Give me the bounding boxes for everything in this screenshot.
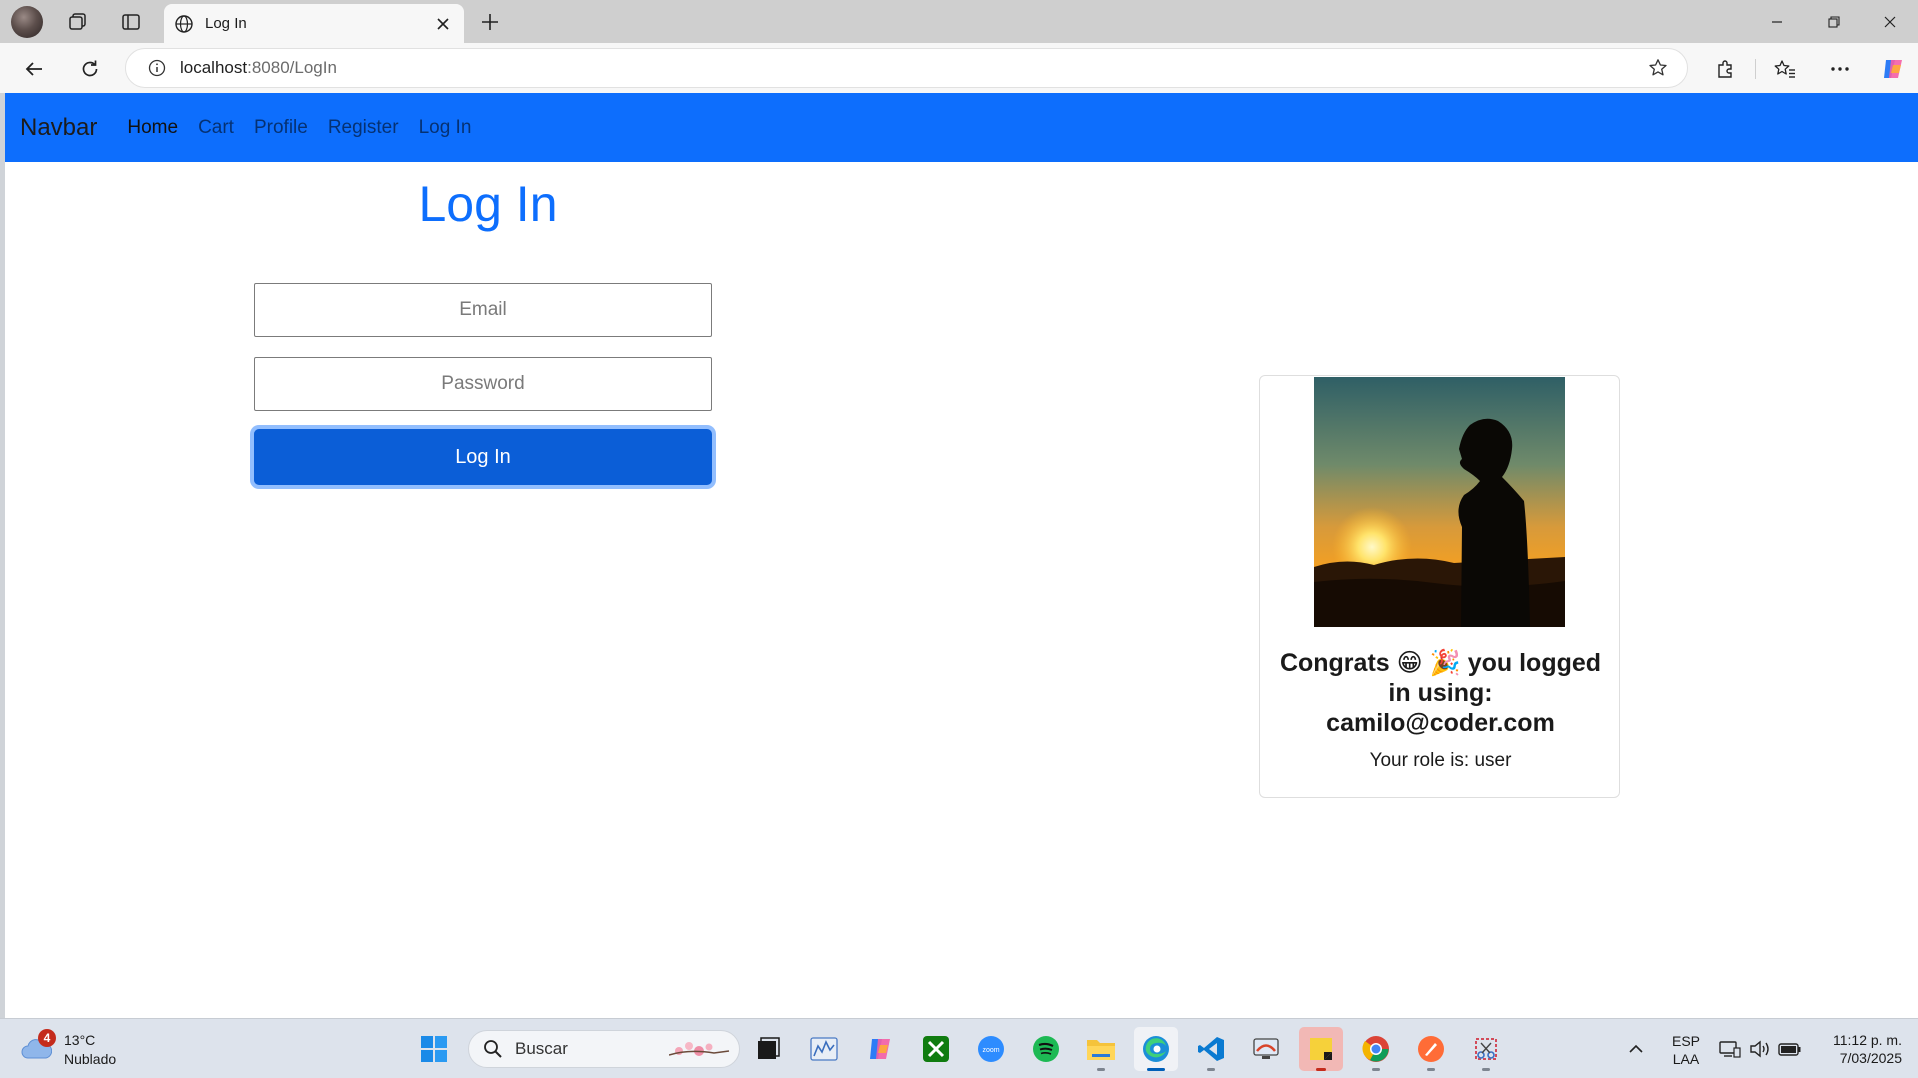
toolbar-divider [1755, 59, 1756, 79]
back-button[interactable] [17, 52, 51, 86]
running-indicator [1427, 1068, 1435, 1071]
system-clock[interactable]: 11:12 p. m. 7/03/2025 [1808, 1031, 1902, 1067]
windows-taskbar: 4 13°C Nublado Buscar zoom ESP LAA 11:12… [0, 1018, 1918, 1078]
browser-tabstrip: Log In [0, 0, 1918, 43]
input-language-indicator[interactable]: ESP LAA [1670, 1032, 1702, 1068]
keyboard-layout-code: LAA [1672, 1051, 1700, 1067]
running-indicator [1097, 1068, 1105, 1071]
restore-button[interactable] [1806, 0, 1862, 43]
file-explorer-icon[interactable] [1079, 1027, 1123, 1071]
minimize-button[interactable] [1749, 0, 1805, 43]
page-viewport: Navbar Home Cart Profile Register Log In… [5, 93, 1918, 1018]
weather-widget[interactable]: 4 13°C Nublado [20, 1027, 130, 1071]
refresh-button[interactable] [73, 52, 107, 86]
site-info-icon[interactable] [146, 57, 168, 79]
user-card: Congrats 😁 🎉 you logged in using: camilo… [1259, 375, 1620, 798]
user-photo [1314, 377, 1565, 627]
browser-profile-avatar[interactable] [11, 6, 43, 38]
url-path: :8080/LogIn [247, 58, 337, 77]
search-highlight-icon [668, 1037, 731, 1061]
email-field[interactable] [254, 283, 712, 337]
task-view-icon[interactable] [746, 1027, 790, 1071]
workspaces-icon[interactable] [62, 6, 94, 38]
congrats-prefix: Congrats [1279, 649, 1390, 677]
widgets-icon[interactable] [802, 1027, 846, 1071]
chrome-icon[interactable] [1354, 1027, 1398, 1071]
close-window-button[interactable] [1862, 0, 1918, 43]
language-code: ESP [1671, 1033, 1700, 1049]
show-hidden-icons-chevron-icon[interactable] [1624, 1037, 1648, 1061]
url-text: localhost:8080/LogIn [180, 58, 1643, 78]
postman-icon[interactable] [1409, 1027, 1453, 1071]
nav-link-register[interactable]: Register [328, 117, 399, 139]
logged-email: camilo@coder.com [1326, 709, 1555, 737]
nav-link-cart[interactable]: Cart [198, 117, 234, 139]
navbar-brand[interactable]: Navbar [20, 114, 97, 142]
tab-title: Log In [205, 15, 247, 32]
weather-temperature: 13°C [64, 1032, 96, 1048]
close-tab-icon[interactable] [428, 9, 458, 39]
page-title: Log In [418, 176, 558, 232]
network-icon[interactable] [1718, 1037, 1742, 1061]
role-text: Your role is: user [1369, 750, 1512, 771]
copilot-icon[interactable] [1876, 52, 1910, 86]
zoom-icon[interactable]: zoom [969, 1027, 1013, 1071]
more-options-icon[interactable] [1823, 52, 1857, 86]
start-button[interactable] [412, 1027, 456, 1071]
edge-icon[interactable] [1134, 1027, 1178, 1071]
vscode-icon[interactable] [1189, 1027, 1233, 1071]
battery-icon[interactable] [1778, 1037, 1802, 1061]
running-indicator [1316, 1068, 1326, 1071]
search-label: Buscar [515, 1039, 568, 1058]
running-indicator [1372, 1068, 1380, 1071]
snipping-tool-icon[interactable] [1464, 1027, 1508, 1071]
weather-condition: Nublado [64, 1051, 117, 1067]
nav-link-login[interactable]: Log In [419, 117, 472, 139]
browser-toolbar: localhost:8080/LogIn [0, 43, 1918, 93]
new-tab-button[interactable] [474, 6, 506, 38]
congrats-message: Congrats 😁 🎉 you logged in using: camilo… [1274, 648, 1607, 738]
app-navbar: Navbar Home Cart Profile Register Log In [5, 93, 1918, 162]
weather-badge: 4 [38, 1029, 56, 1047]
volume-icon[interactable] [1748, 1037, 1772, 1061]
taskbar-search[interactable]: Buscar [468, 1030, 740, 1068]
spotify-icon[interactable] [1024, 1027, 1068, 1071]
clock-date: 7/03/2025 [1839, 1050, 1902, 1066]
vertical-tabs-icon[interactable] [115, 6, 147, 38]
nav-link-home[interactable]: Home [127, 117, 178, 139]
sticky-notes-icon[interactable] [1299, 1027, 1343, 1071]
favorites-icon[interactable] [1768, 52, 1802, 86]
copilot-app-icon[interactable] [858, 1027, 902, 1071]
active-indicator [1147, 1068, 1165, 1071]
favorite-star-icon[interactable] [1643, 53, 1673, 83]
url-host: localhost [180, 58, 248, 77]
login-button[interactable]: Log In [254, 429, 712, 485]
nav-link-profile[interactable]: Profile [254, 117, 308, 139]
remote-desktop-icon[interactable] [1244, 1027, 1288, 1071]
running-indicator [1482, 1068, 1490, 1071]
address-bar[interactable]: localhost:8080/LogIn [125, 48, 1688, 88]
clock-time: 11:12 p. m. [1832, 1032, 1902, 1048]
running-indicator [1207, 1068, 1215, 1071]
extensions-icon[interactable] [1708, 52, 1742, 86]
tab-login[interactable]: Log In [164, 4, 464, 43]
password-field[interactable] [254, 357, 712, 411]
search-icon [481, 1037, 505, 1061]
globe-icon [173, 13, 195, 35]
congrats-emoji: 😁 🎉 [1396, 649, 1461, 677]
svg-text:zoom: zoom [982, 1047, 999, 1054]
xbox-icon[interactable] [914, 1027, 958, 1071]
